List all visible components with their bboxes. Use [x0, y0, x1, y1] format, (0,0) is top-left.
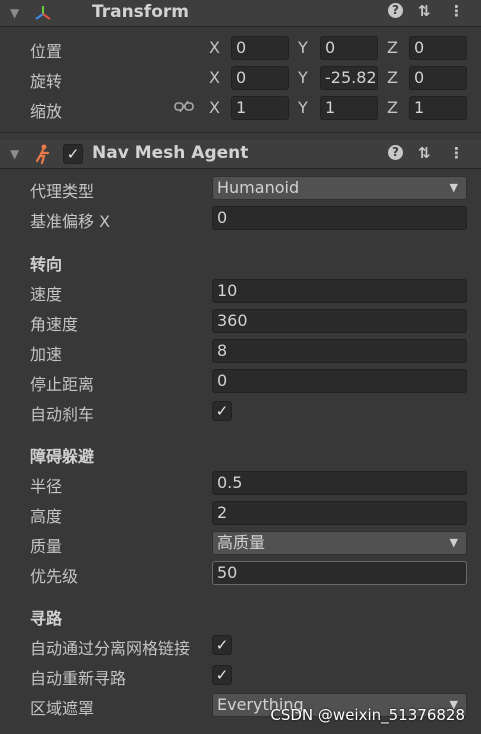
pathfinding-section-title: 寻路 [30, 609, 63, 628]
more-icon[interactable]: ⋮ [449, 2, 464, 20]
nav-mesh-agent-header[interactable]: ▼ ✓ Nav Mesh Agent ? ⇅ ⋮ [0, 140, 481, 169]
priority-field[interactable]: 50 [212, 561, 467, 585]
acceleration-label: 加速 [30, 345, 63, 364]
help-icon[interactable]: ? [388, 145, 403, 160]
scale-y-axis[interactable]: Y [298, 98, 308, 117]
priority-label: 优先级 [30, 567, 79, 586]
fold-arrow-icon[interactable]: ▼ [10, 6, 19, 20]
transform-title: Transform [92, 2, 189, 22]
transform-axes-icon [35, 6, 51, 20]
height-label: 高度 [30, 507, 63, 526]
rotation-label: 旋转 [30, 72, 63, 91]
scale-z-field[interactable]: 1 [409, 96, 467, 120]
agent-type-dropdown[interactable]: Humanoid ▼ [212, 176, 467, 200]
quality-value: 高质量 [217, 533, 266, 552]
rotation-z-axis[interactable]: Z [387, 68, 398, 87]
scale-x-axis[interactable]: X [209, 98, 220, 117]
rotation-y-axis[interactable]: Y [298, 68, 308, 87]
scale-z-axis[interactable]: Z [387, 98, 398, 117]
presets-icon[interactable]: ⇅ [418, 2, 431, 20]
more-icon[interactable]: ⋮ [449, 144, 464, 162]
rotation-x-field[interactable]: 0 [231, 66, 289, 90]
avoidance-section-title: 障碍躲避 [30, 447, 95, 466]
position-x-axis[interactable]: X [209, 38, 220, 57]
base-offset-field[interactable]: 0 [212, 206, 467, 230]
angular-speed-field[interactable]: 360 [212, 309, 467, 333]
dropdown-arrow-icon: ▼ [449, 536, 458, 549]
speed-label: 速度 [30, 285, 63, 304]
scale-x-field[interactable]: 1 [231, 96, 289, 120]
steering-section-title: 转向 [30, 255, 63, 274]
presets-icon[interactable]: ⇅ [418, 144, 431, 162]
stopping-distance-label: 停止距离 [30, 375, 95, 394]
rotation-z-field[interactable]: 0 [409, 66, 467, 90]
speed-field[interactable]: 10 [212, 279, 467, 303]
quality-dropdown[interactable]: 高质量 ▼ [212, 531, 467, 555]
position-x-field[interactable]: 0 [231, 36, 289, 60]
auto-traverse-label: 自动通过分离网格链接 [30, 639, 191, 658]
watermark: CSDN @weixin_51376828 [270, 706, 465, 724]
area-mask-label: 区域遮罩 [30, 699, 95, 718]
rotation-y-field[interactable]: -25.82 [320, 66, 378, 90]
agent-type-label: 代理类型 [30, 182, 95, 201]
height-field[interactable]: 2 [212, 501, 467, 525]
position-z-axis[interactable]: Z [387, 38, 398, 57]
agent-type-value: Humanoid [217, 178, 300, 197]
scale-y-field[interactable]: 1 [320, 96, 378, 120]
base-offset-label[interactable]: 基准偏移 X [30, 208, 110, 232]
rotation-x-axis[interactable]: X [209, 68, 220, 87]
auto-braking-label: 自动刹车 [30, 405, 95, 424]
auto-braking-checkbox[interactable]: ✓ [212, 401, 232, 421]
scale-label: 缩放 [30, 102, 63, 121]
position-label: 位置 [30, 42, 63, 61]
auto-repath-label: 自动重新寻路 [30, 669, 127, 688]
radius-field[interactable]: 0.5 [212, 471, 467, 495]
quality-label: 质量 [30, 537, 63, 556]
position-z-field[interactable]: 0 [409, 36, 467, 60]
acceleration-field[interactable]: 8 [212, 339, 467, 363]
component-enabled-checkbox[interactable]: ✓ [63, 144, 83, 164]
nav-mesh-agent-icon [35, 144, 50, 165]
angular-speed-label: 角速度 [30, 315, 79, 334]
constrain-proportions-link-icon[interactable] [174, 100, 194, 114]
transform-header[interactable]: ▼ Transform ? ⇅ ⋮ [0, 0, 481, 27]
component-divider [0, 132, 481, 133]
nav-mesh-agent-title: Nav Mesh Agent [92, 143, 249, 163]
stopping-distance-field[interactable]: 0 [212, 369, 467, 393]
help-icon[interactable]: ? [388, 3, 403, 18]
auto-repath-checkbox[interactable]: ✓ [212, 665, 232, 685]
auto-traverse-checkbox[interactable]: ✓ [212, 635, 232, 655]
dropdown-arrow-icon: ▼ [449, 181, 458, 194]
position-y-field[interactable]: 0 [320, 36, 378, 60]
fold-arrow-icon[interactable]: ▼ [10, 147, 19, 161]
position-y-axis[interactable]: Y [298, 38, 308, 57]
radius-label: 半径 [30, 477, 63, 496]
